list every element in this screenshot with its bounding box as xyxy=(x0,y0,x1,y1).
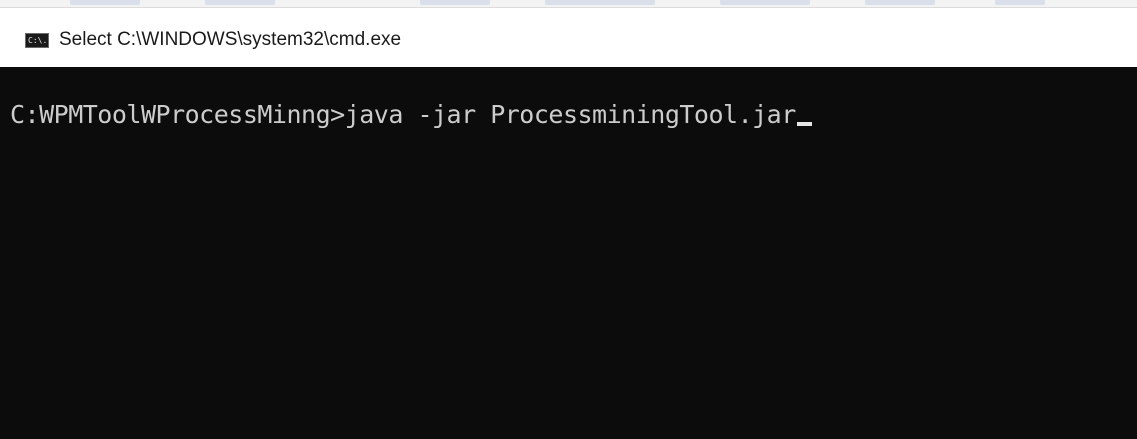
cmd-window: C:\. Select C:\WINDOWS\system32\cmd.exe … xyxy=(0,0,1137,439)
console-area[interactable]: C:WPMToolWProcessMinng>java -jar Process… xyxy=(0,67,1137,439)
command-line: C:WPMToolWProcessMinng>java -jar Process… xyxy=(10,98,812,132)
window-title: Select C:\WINDOWS\system32\cmd.exe xyxy=(59,29,402,50)
title-bar[interactable]: C:\. Select C:\WINDOWS\system32\cmd.exe xyxy=(0,8,1137,67)
text-cursor xyxy=(796,122,812,126)
cmd-console-icon[interactable]: C:\. xyxy=(25,33,49,48)
command-text: java -jar ProcessminingTool.jar xyxy=(344,100,797,129)
background-app-ribbon-edge xyxy=(0,0,1137,8)
prompt-text: C:WPMToolWProcessMinng> xyxy=(10,100,345,129)
